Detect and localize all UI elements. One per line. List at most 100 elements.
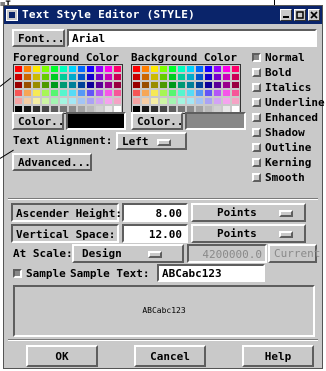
palette-color-cell[interactable]	[14, 89, 23, 97]
minimize-icon[interactable]	[280, 9, 292, 21]
palette-color-cell[interactable]	[213, 73, 222, 81]
palette-color-cell[interactable]	[14, 97, 23, 105]
style-option-outline[interactable]: Outline	[252, 141, 311, 154]
maximize-icon[interactable]	[294, 9, 306, 21]
foreground-color-palette[interactable]	[13, 64, 123, 114]
cancel-button[interactable]: Cancel	[134, 345, 206, 367]
palette-color-cell[interactable]	[204, 97, 213, 105]
style-option-italics[interactable]: Italics	[252, 81, 311, 94]
font-button[interactable]: Font...	[12, 29, 65, 47]
palette-color-cell[interactable]	[95, 81, 104, 89]
ok-button[interactable]: OK	[26, 345, 98, 367]
palette-color-cell[interactable]	[50, 89, 59, 97]
palette-color-cell[interactable]	[132, 81, 141, 89]
palette-color-cell[interactable]	[150, 97, 159, 105]
palette-color-cell[interactable]	[32, 65, 41, 73]
palette-color-cell[interactable]	[195, 81, 204, 89]
palette-color-cell[interactable]	[86, 73, 95, 81]
checkbox-bold[interactable]	[252, 68, 261, 77]
palette-color-cell[interactable]	[186, 81, 195, 89]
palette-color-cell[interactable]	[222, 97, 231, 105]
checkbox-shadow[interactable]	[252, 128, 261, 137]
checkbox-underline[interactable]	[252, 98, 261, 107]
palette-color-cell[interactable]	[77, 65, 86, 73]
palette-color-cell[interactable]	[113, 97, 122, 105]
palette-color-cell[interactable]	[104, 73, 113, 81]
palette-color-cell[interactable]	[132, 65, 141, 73]
palette-color-cell[interactable]	[95, 73, 104, 81]
palette-color-cell[interactable]	[141, 65, 150, 73]
palette-color-cell[interactable]	[222, 65, 231, 73]
palette-color-cell[interactable]	[68, 65, 77, 73]
palette-color-cell[interactable]	[95, 97, 104, 105]
font-name-field[interactable]: Arial	[67, 29, 317, 47]
palette-color-cell[interactable]	[150, 81, 159, 89]
style-option-underline[interactable]: Underline	[252, 96, 325, 109]
palette-color-cell[interactable]	[195, 73, 204, 81]
palette-color-cell[interactable]	[159, 65, 168, 73]
palette-color-cell[interactable]	[32, 89, 41, 97]
palette-color-cell[interactable]	[141, 89, 150, 97]
help-button[interactable]: Help	[242, 345, 314, 367]
palette-color-cell[interactable]	[14, 65, 23, 73]
palette-color-cell[interactable]	[204, 73, 213, 81]
checkbox-outline[interactable]	[252, 143, 261, 152]
palette-color-cell[interactable]	[77, 81, 86, 89]
palette-color-cell[interactable]	[14, 73, 23, 81]
palette-color-cell[interactable]	[50, 65, 59, 73]
palette-color-cell[interactable]	[159, 89, 168, 97]
sample-text-field[interactable]: ABCabc123	[157, 264, 265, 282]
palette-color-cell[interactable]	[168, 97, 177, 105]
vertical-space-units-menu[interactable]: Points	[191, 224, 306, 243]
palette-color-cell[interactable]	[213, 81, 222, 89]
palette-color-cell[interactable]	[177, 97, 186, 105]
palette-color-cell[interactable]	[231, 65, 240, 73]
palette-color-cell[interactable]	[141, 97, 150, 105]
palette-color-cell[interactable]	[77, 97, 86, 105]
palette-color-cell[interactable]	[213, 65, 222, 73]
checkbox-enhanced[interactable]	[252, 113, 261, 122]
palette-color-cell[interactable]	[177, 89, 186, 97]
palette-color-cell[interactable]	[168, 73, 177, 81]
palette-color-cell[interactable]	[23, 73, 32, 81]
palette-color-cell[interactable]	[132, 89, 141, 97]
palette-color-cell[interactable]	[150, 65, 159, 73]
palette-color-cell[interactable]	[113, 89, 122, 97]
style-option-enhanced[interactable]: Enhanced	[252, 111, 318, 124]
palette-color-cell[interactable]	[68, 89, 77, 97]
palette-color-cell[interactable]	[59, 89, 68, 97]
palette-color-cell[interactable]	[213, 97, 222, 105]
palette-color-cell[interactable]	[141, 73, 150, 81]
style-option-smooth[interactable]: Smooth	[252, 171, 305, 184]
palette-color-cell[interactable]	[104, 81, 113, 89]
palette-color-cell[interactable]	[41, 73, 50, 81]
palette-color-cell[interactable]	[113, 81, 122, 89]
style-option-shadow[interactable]: Shadow	[252, 126, 305, 139]
palette-color-cell[interactable]	[150, 89, 159, 97]
palette-color-cell[interactable]	[104, 65, 113, 73]
palette-color-cell[interactable]	[59, 81, 68, 89]
palette-color-cell[interactable]	[195, 65, 204, 73]
palette-color-cell[interactable]	[132, 97, 141, 105]
palette-color-cell[interactable]	[195, 97, 204, 105]
palette-color-cell[interactable]	[23, 97, 32, 105]
palette-color-cell[interactable]	[50, 81, 59, 89]
palette-color-cell[interactable]	[231, 97, 240, 105]
background-color-button[interactable]: Color...	[131, 112, 190, 130]
palette-color-cell[interactable]	[23, 89, 32, 97]
palette-color-cell[interactable]	[132, 73, 141, 81]
palette-color-cell[interactable]	[186, 97, 195, 105]
palette-color-cell[interactable]	[186, 73, 195, 81]
palette-color-cell[interactable]	[104, 89, 113, 97]
checkbox-normal[interactable]	[252, 53, 261, 62]
palette-color-cell[interactable]	[32, 81, 41, 89]
palette-color-cell[interactable]	[86, 89, 95, 97]
palette-color-cell[interactable]	[159, 81, 168, 89]
ascender-height-field[interactable]: 8.00	[122, 203, 188, 222]
palette-color-cell[interactable]	[95, 65, 104, 73]
palette-color-cell[interactable]	[222, 81, 231, 89]
palette-color-cell[interactable]	[95, 89, 104, 97]
palette-color-cell[interactable]	[204, 65, 213, 73]
palette-color-cell[interactable]	[68, 97, 77, 105]
palette-color-cell[interactable]	[41, 97, 50, 105]
